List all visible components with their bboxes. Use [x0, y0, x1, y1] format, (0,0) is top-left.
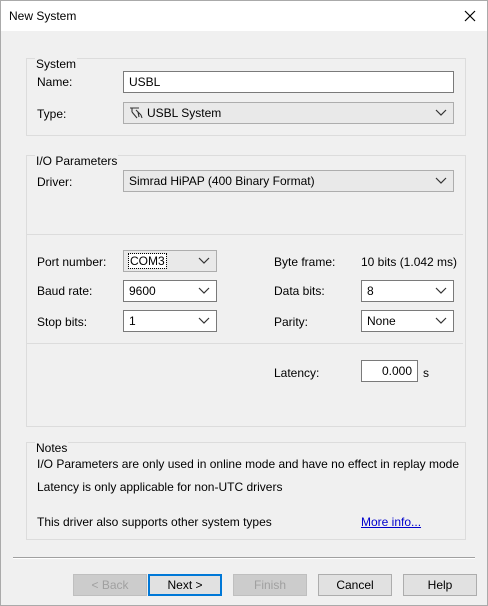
chevron-down-icon [198, 257, 210, 264]
data-bits-value: 8 [367, 284, 374, 298]
footer-divider-highlight [13, 558, 475, 559]
chevron-down-icon [435, 287, 447, 294]
window-title: New System [9, 9, 77, 23]
stop-bits-label: Stop bits: [37, 315, 88, 329]
io-separator-bottom [27, 343, 463, 344]
latency-unit: s [423, 366, 429, 380]
driver-select[interactable]: Simrad HiPAP (400 Binary Format) [123, 170, 454, 192]
new-system-dialog: New System System Name: USBL Type: USBL … [0, 0, 488, 606]
notes-line-2: Latency is only applicable for non-UTC d… [37, 480, 283, 494]
stop-bits-select[interactable]: 1 [123, 310, 217, 332]
baud-rate-value: 9600 [129, 284, 156, 298]
finish-button[interactable]: Finish [233, 574, 307, 596]
next-button[interactable]: Next > [148, 574, 222, 596]
stop-bits-value: 1 [129, 314, 136, 328]
port-number-value: COM3 [128, 253, 167, 269]
parity-select[interactable]: None [361, 310, 454, 332]
port-number-label: Port number: [37, 255, 107, 269]
driver-label: Driver: [37, 175, 73, 189]
more-info-link[interactable]: More info... [361, 515, 421, 529]
latency-label: Latency: [274, 366, 320, 380]
chevron-down-icon [198, 287, 210, 294]
data-bits-select[interactable]: 8 [361, 280, 454, 302]
port-number-select[interactable]: COM3 [123, 250, 217, 272]
baud-rate-select[interactable]: 9600 [123, 280, 217, 302]
byte-frame-value: 10 bits (1.042 ms) [361, 255, 458, 269]
chevron-down-icon [435, 177, 447, 184]
title-bar: New System [1, 1, 487, 31]
chevron-down-icon [435, 317, 447, 324]
parity-label: Parity: [274, 315, 309, 329]
close-icon[interactable] [453, 1, 487, 31]
usbl-system-icon [130, 107, 143, 119]
back-button[interactable]: < Back [73, 574, 147, 596]
baud-rate-label: Baud rate: [37, 284, 93, 298]
system-group: System [26, 57, 466, 136]
byte-frame-label: Byte frame: [274, 255, 336, 269]
type-value: USBL System [147, 106, 222, 120]
type-label: Type: [37, 107, 67, 121]
driver-value: Simrad HiPAP (400 Binary Format) [129, 174, 315, 188]
chevron-down-icon [198, 317, 210, 324]
type-select[interactable]: USBL System [123, 102, 454, 124]
name-field[interactable]: USBL [123, 71, 454, 93]
chevron-down-icon [435, 109, 447, 116]
notes-group-title: Notes [35, 441, 69, 455]
parity-value: None [367, 314, 396, 328]
notes-line-1: I/O Parameters are only used in online m… [37, 457, 460, 471]
name-label: Name: [37, 75, 73, 89]
help-button[interactable]: Help [403, 574, 477, 596]
system-group-title: System [35, 57, 78, 71]
notes-line-3: This driver also supports other system t… [37, 515, 272, 529]
latency-value: 0.000 [381, 364, 412, 378]
io-group-title: I/O Parameters [35, 154, 119, 168]
name-value: USBL [129, 75, 161, 89]
io-separator-top [27, 234, 463, 235]
latency-field[interactable]: 0.000 [361, 360, 418, 382]
cancel-button[interactable]: Cancel [318, 574, 392, 596]
data-bits-label: Data bits: [274, 284, 325, 298]
